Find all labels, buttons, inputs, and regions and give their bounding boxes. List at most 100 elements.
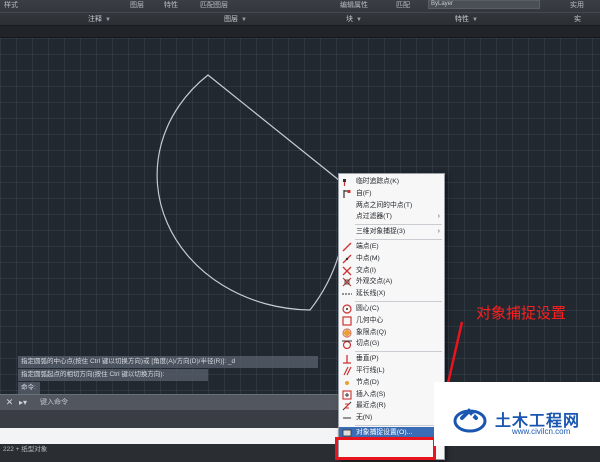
command-history: 指定圆弧的中心点(按住 Ctrl 键以切换方向)或 [角度(A)/方向(D)/半… bbox=[18, 356, 318, 395]
menu-item[interactable]: 点过滤器(T) › bbox=[339, 211, 444, 223]
menu-item-label: 自(F) bbox=[356, 189, 372, 197]
menu-item[interactable]: 节点(D) bbox=[339, 377, 444, 389]
watermark-url: www.civilcn.com bbox=[512, 427, 571, 436]
panel-block[interactable]: 块 ▼ bbox=[346, 14, 362, 24]
geometric-center-icon bbox=[342, 316, 352, 326]
command-history-line: 命令: bbox=[18, 382, 40, 394]
menu-item-label: 临时追踪点(K) bbox=[356, 178, 400, 185]
menu-item[interactable]: 最近点(R) bbox=[339, 400, 444, 412]
menu-item-label: 三维对象捕捉(3) bbox=[356, 228, 406, 236]
chevron-down-icon: ▼ bbox=[356, 17, 362, 23]
status-text: 222 + 纸型对象 bbox=[3, 446, 48, 453]
menu-item-label: 切点(G) bbox=[356, 340, 380, 348]
from-icon bbox=[343, 189, 351, 198]
ribbon-top-row: 样式 图层 特性 匹配图层 编辑属性 匹配 ByLayer 实用 bbox=[0, 0, 600, 10]
menu-item[interactable]: 延长线(X) bbox=[339, 288, 444, 300]
chevron-down-icon: ▼ bbox=[105, 17, 111, 23]
menu-item[interactable]: 端点(E) bbox=[339, 241, 444, 253]
nearest-icon bbox=[342, 401, 352, 411]
temp-track-icon bbox=[343, 179, 346, 186]
endpoint-icon bbox=[342, 242, 352, 252]
menu-item-label: 节点(D) bbox=[356, 378, 380, 386]
menu-separator bbox=[355, 424, 442, 426]
linetype-dropdown[interactable]: ByLayer bbox=[428, 0, 540, 9]
menu-item-label: 圆心(C) bbox=[356, 304, 380, 312]
panel-utilities[interactable]: 实 bbox=[574, 14, 581, 24]
menu-item-label: 象限点(Q) bbox=[356, 328, 387, 336]
menu-separator bbox=[355, 224, 442, 226]
menu-item-label: 最近点(R) bbox=[356, 402, 386, 410]
command-history-line: 指定圆弧起点的相切方向(按住 Ctrl 键以切换方向): bbox=[18, 369, 208, 381]
menu-item-label: 交点(I) bbox=[356, 266, 377, 274]
menu-item-label: 延长线(X) bbox=[356, 290, 386, 298]
submenu-arrow-icon: › bbox=[437, 228, 440, 236]
ribbon-label-properties[interactable]: 特性 bbox=[164, 0, 178, 10]
status-bar: 222 + 纸型对象 bbox=[0, 444, 600, 462]
panel-layers[interactable]: 图层 ▼ bbox=[224, 14, 247, 24]
perpendicular-icon bbox=[343, 355, 351, 364]
drawing-geometry bbox=[156, 74, 347, 311]
menu-item[interactable]: 几何中心 bbox=[339, 315, 444, 327]
file-tab-strip bbox=[0, 26, 600, 38]
command-history-line: 指定圆弧的中心点(按住 Ctrl 键以切换方向)或 [角度(A)/方向(D)/半… bbox=[18, 356, 318, 368]
apparent-intersection-icon bbox=[342, 277, 352, 287]
quadrant-icon bbox=[342, 327, 352, 338]
menu-item-label: 点过滤器(T) bbox=[356, 213, 392, 221]
extension-icon bbox=[342, 293, 352, 295]
panel-properties[interactable]: 特性 ▼ bbox=[455, 14, 478, 24]
annotation-highlight-box bbox=[335, 437, 436, 460]
menu-item-label: 对象捕捉设置(O)... bbox=[356, 428, 413, 436]
menu-item-label: 几何中心 bbox=[356, 316, 384, 324]
menu-item-label: 插入点(S) bbox=[356, 390, 386, 398]
menu-item[interactable]: 三维对象捕捉(3) › bbox=[339, 226, 444, 238]
annotation-label: 对象捕捉设置 bbox=[476, 304, 567, 322]
menu-item[interactable]: 无(N) bbox=[339, 412, 444, 424]
ribbon: 样式 图层 特性 匹配图层 编辑属性 匹配 ByLayer 实用 注释 ▼ 图层 ▼… bbox=[0, 0, 600, 26]
civil-logo-icon bbox=[453, 408, 487, 433]
none-icon bbox=[343, 417, 351, 419]
menu-item-label: 垂直(P) bbox=[356, 355, 379, 363]
menu-item-label: 平行线(L) bbox=[356, 366, 385, 374]
node-icon bbox=[345, 380, 349, 385]
menu-item-label: 端点(E) bbox=[356, 242, 379, 250]
command-prompt-icon[interactable]: ▸▾ bbox=[19, 398, 27, 407]
tangent-icon bbox=[342, 340, 352, 350]
menu-item[interactable]: 中点(M) bbox=[339, 253, 444, 265]
intersection-icon bbox=[342, 266, 352, 276]
menu-item[interactable]: 象限点(Q) bbox=[339, 327, 444, 339]
menu-item-label: 两点之间的中点(T) bbox=[356, 201, 413, 209]
parallel-icon bbox=[343, 366, 352, 376]
insert-icon bbox=[342, 389, 352, 400]
midpoint-icon bbox=[342, 254, 352, 264]
menu-item[interactable]: 圆心(C) bbox=[339, 303, 444, 315]
ribbon-label-layer[interactable]: 图层 bbox=[130, 0, 144, 10]
ribbon-label-match[interactable]: 匹配 bbox=[396, 0, 410, 10]
menu-item[interactable]: 临时追踪点(K) bbox=[339, 176, 444, 188]
menu-item-label: 中点(M) bbox=[356, 254, 380, 262]
chevron-down-icon: ▼ bbox=[241, 17, 247, 23]
ribbon-label-edit-attr[interactable]: 编辑属性 bbox=[340, 0, 368, 10]
osnap-context-menu: 临时追踪点(K) 自(F) 两点之间的中点(T) 点过滤器(T) › 三维对象捕捉(3) ›… bbox=[338, 173, 445, 460]
menu-item[interactable]: 垂直(P) bbox=[339, 353, 444, 365]
ribbon-label-utilities[interactable]: 实用 bbox=[570, 0, 584, 10]
menu-item[interactable]: 插入点(S) bbox=[339, 389, 444, 401]
ribbon-label-match-layer[interactable]: 匹配图层 bbox=[200, 0, 228, 10]
command-input[interactable]: 键入命令 bbox=[36, 397, 334, 409]
menu-item[interactable]: 自(F) bbox=[339, 188, 444, 200]
ribbon-panel-titles: 注释 ▼ 图层 ▼ 块 ▼ 特性 ▼ 实 bbox=[0, 12, 600, 25]
menu-item[interactable]: 平行线(L) bbox=[339, 365, 444, 377]
drawing-canvas[interactable] bbox=[0, 38, 600, 394]
panel-annotate[interactable]: 注释 ▼ bbox=[88, 14, 111, 24]
ribbon-label-style[interactable]: 样式 bbox=[4, 0, 18, 10]
menu-item[interactable]: 切点(G) bbox=[339, 338, 444, 350]
menu-separator bbox=[355, 351, 442, 353]
menu-item-label: 外观交点(A) bbox=[356, 278, 393, 286]
center-icon bbox=[342, 304, 352, 314]
menu-item[interactable]: 两点之间的中点(T) bbox=[339, 200, 444, 212]
menu-item[interactable]: 交点(I) bbox=[339, 265, 444, 277]
menu-separator bbox=[355, 238, 442, 240]
menu-item-label: 无(N) bbox=[356, 414, 373, 422]
menu-separator bbox=[355, 300, 442, 302]
menu-item[interactable]: 外观交点(A) bbox=[339, 276, 444, 288]
wrench-icon[interactable]: ✕ bbox=[4, 397, 15, 408]
